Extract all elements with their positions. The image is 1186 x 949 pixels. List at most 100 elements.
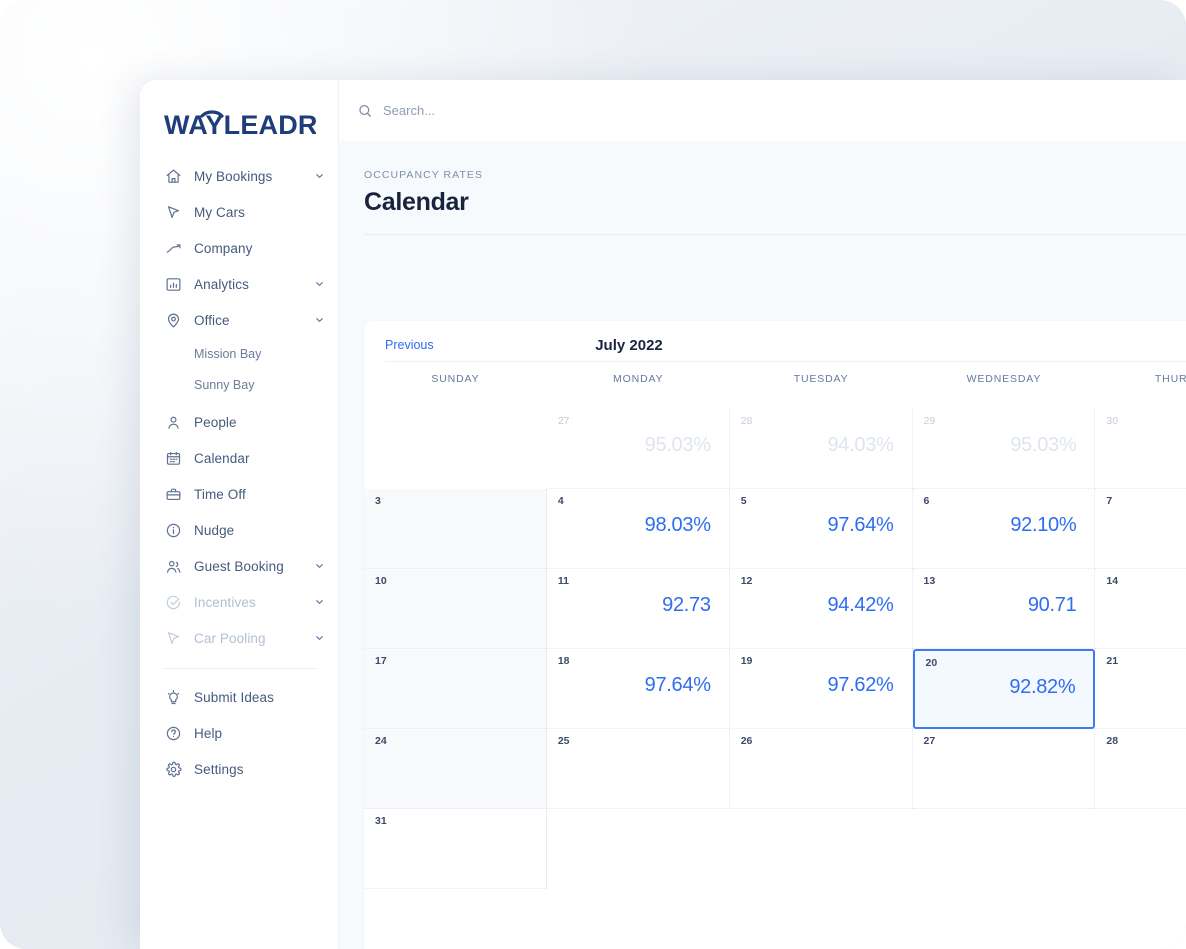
cursor-icon [164,203,182,221]
calendar-occupancy-value: 92.73 [662,594,711,616]
people-icon [164,413,182,431]
chevron-down-icon[interactable] [314,633,325,644]
calendar-occupancy-value: 92.82% [1009,676,1076,698]
calendar-cell[interactable]: 12 94.42% [729,569,913,649]
chevron-down-icon[interactable] [314,171,325,182]
sidebar-item-incentives[interactable]: Incentives [140,584,339,620]
calendar-cell[interactable]: 25 [546,729,730,809]
sidebar-item-label: Nudge [194,522,235,538]
calendar-cell-empty [729,809,913,889]
sidebar-subitem-mission-bay[interactable]: Mission Bay [140,338,339,369]
calendar-grid: 2795.03%2894.03%2995.03%3099.03%196.12%2… [364,409,1186,889]
chevron-down-icon[interactable] [314,597,325,608]
sidebar-divider [162,668,317,669]
calendar-cell[interactable]: 26 [729,729,913,809]
sidebar-item-time-off[interactable]: Time Off [140,476,339,512]
calendar-day-number: 13 [923,575,936,587]
calendar-cell[interactable]: 27 [912,729,1096,809]
calendar-cell[interactable]: 3 [364,489,547,569]
calendar-occupancy-value: 94.42% [827,594,894,616]
previous-month-button[interactable]: Previous [385,337,434,354]
calendar-cell[interactable]: 18 97.64% [546,649,730,729]
calendar-day-number: 28 [740,415,753,427]
calendar-weekday-thursday: THURSDAY [1154,373,1186,385]
sidebar-item-people[interactable]: People [140,404,339,440]
sidebar-item-my-cars[interactable]: My Cars [140,194,339,230]
search-input[interactable] [383,103,683,118]
calendar-cell[interactable]: 20 92.82% [912,649,1096,729]
sidebar-item-analytics[interactable]: Analytics [140,266,339,302]
calendar-cell-empty [364,409,547,489]
calendar-cell-empty [912,809,1096,889]
calendar-cell[interactable]: 19 97.62% [729,649,913,729]
calendar-cell[interactable]: 28 [1095,729,1186,809]
calendar-cell[interactable]: 798.11% [1095,489,1186,569]
sidebar-nav: My Bookings My Cars Company Analytics Of… [140,158,339,787]
trend-up-icon [164,239,182,257]
chevron-down-icon[interactable] [314,315,325,326]
sidebar-subitem-sunny-bay[interactable]: Sunny Bay [140,369,339,400]
question-circle-icon [164,724,182,742]
page-header: OCCUPANCY RATES Calendar [339,141,1186,217]
calendar-cell[interactable]: 27 95.03% [546,409,730,489]
calendar-cell[interactable]: 31 [364,809,547,889]
calendar-occupancy-value: 90.71 [1027,594,1077,616]
sidebar-item-label: Incentives [194,594,256,610]
calendar-cell[interactable]: 6 92.10% [912,489,1096,569]
calendar-cell[interactable]: 4 98.03% [546,489,730,569]
sidebar: WAYLEADR My Bookings My Cars Company Ana… [140,80,339,949]
calendar-day-number: 12 [740,575,753,587]
calendar-day-number: 10 [375,575,387,587]
sidebar-item-submit-ideas[interactable]: Submit Ideas [140,679,339,715]
sidebar-item-label: My Bookings [194,168,273,184]
calendar-day-number: 11 [557,575,569,587]
sidebar-item-my-bookings[interactable]: My Bookings [140,158,339,194]
home-icon [164,167,182,185]
sidebar-item-office[interactable]: Office [140,302,339,338]
chevron-down-icon[interactable] [314,561,325,572]
calendar-cell[interactable]: 24 [364,729,547,809]
calendar-day-number: 26 [740,735,753,747]
search-icon [357,103,373,119]
calendar-occupancy-value: 92.10% [1010,514,1077,536]
sidebar-item-label: Time Off [194,486,246,502]
calendar-cell[interactable]: 11 92.73 [546,569,730,649]
calendar-cell[interactable]: 5 97.64% [729,489,913,569]
calendar-day-number: 27 [923,735,936,747]
calendar-day-number: 5 [740,495,747,507]
calendar-cell[interactable]: 17 [364,649,547,729]
calendar-occupancy-value: 97.64% [827,514,894,536]
calendar-cell[interactable]: 28 94.03% [729,409,913,489]
calendar-day-number: 17 [375,655,387,667]
sidebar-item-car-pooling[interactable]: Car Pooling [140,620,339,656]
calendar-cell[interactable]: 1489.42% [1095,569,1186,649]
sidebar-item-guest-booking[interactable]: Guest Booking [140,548,339,584]
calendar-day-number: 24 [375,735,387,747]
calendar-occupancy-value: 98.03% [644,514,711,536]
wayleadr-logo[interactable]: WAYLEADR [164,102,316,144]
calendar-weekday-wednesday: WEDNESDAY [966,373,1042,385]
header-divider [364,234,1186,235]
calendar-cell[interactable]: 29 95.03% [912,409,1096,489]
chevron-down-icon[interactable] [314,279,325,290]
calendar-cell[interactable]: 10 [364,569,547,649]
calendar-day-number: 18 [557,655,570,667]
sidebar-item-settings[interactable]: Settings [140,751,339,787]
sidebar-item-nudge[interactable]: Nudge [140,512,339,548]
sidebar-item-label: People [194,414,237,430]
sidebar-item-calendar[interactable]: Calendar [140,440,339,476]
sidebar-item-help[interactable]: Help [140,715,339,751]
sidebar-item-company[interactable]: Company [140,230,339,266]
location-pin-icon [164,311,182,329]
calendar-day-number: 21 [1106,655,1119,667]
calendar-cell[interactable]: 3099.03% [1095,409,1186,489]
calendar-cell[interactable]: 13 90.71 [912,569,1096,649]
calendar-cell[interactable]: 2189.55% [1095,649,1186,729]
calendar-divider [385,361,1186,362]
bar-chart-icon [164,275,182,293]
sidebar-item-label: My Cars [194,204,245,220]
calendar-day-number: 7 [1106,495,1113,507]
guest-people-icon [164,557,182,575]
calendar-cell-empty [546,809,730,889]
sidebar-subitem-label: Mission Bay [194,346,262,361]
